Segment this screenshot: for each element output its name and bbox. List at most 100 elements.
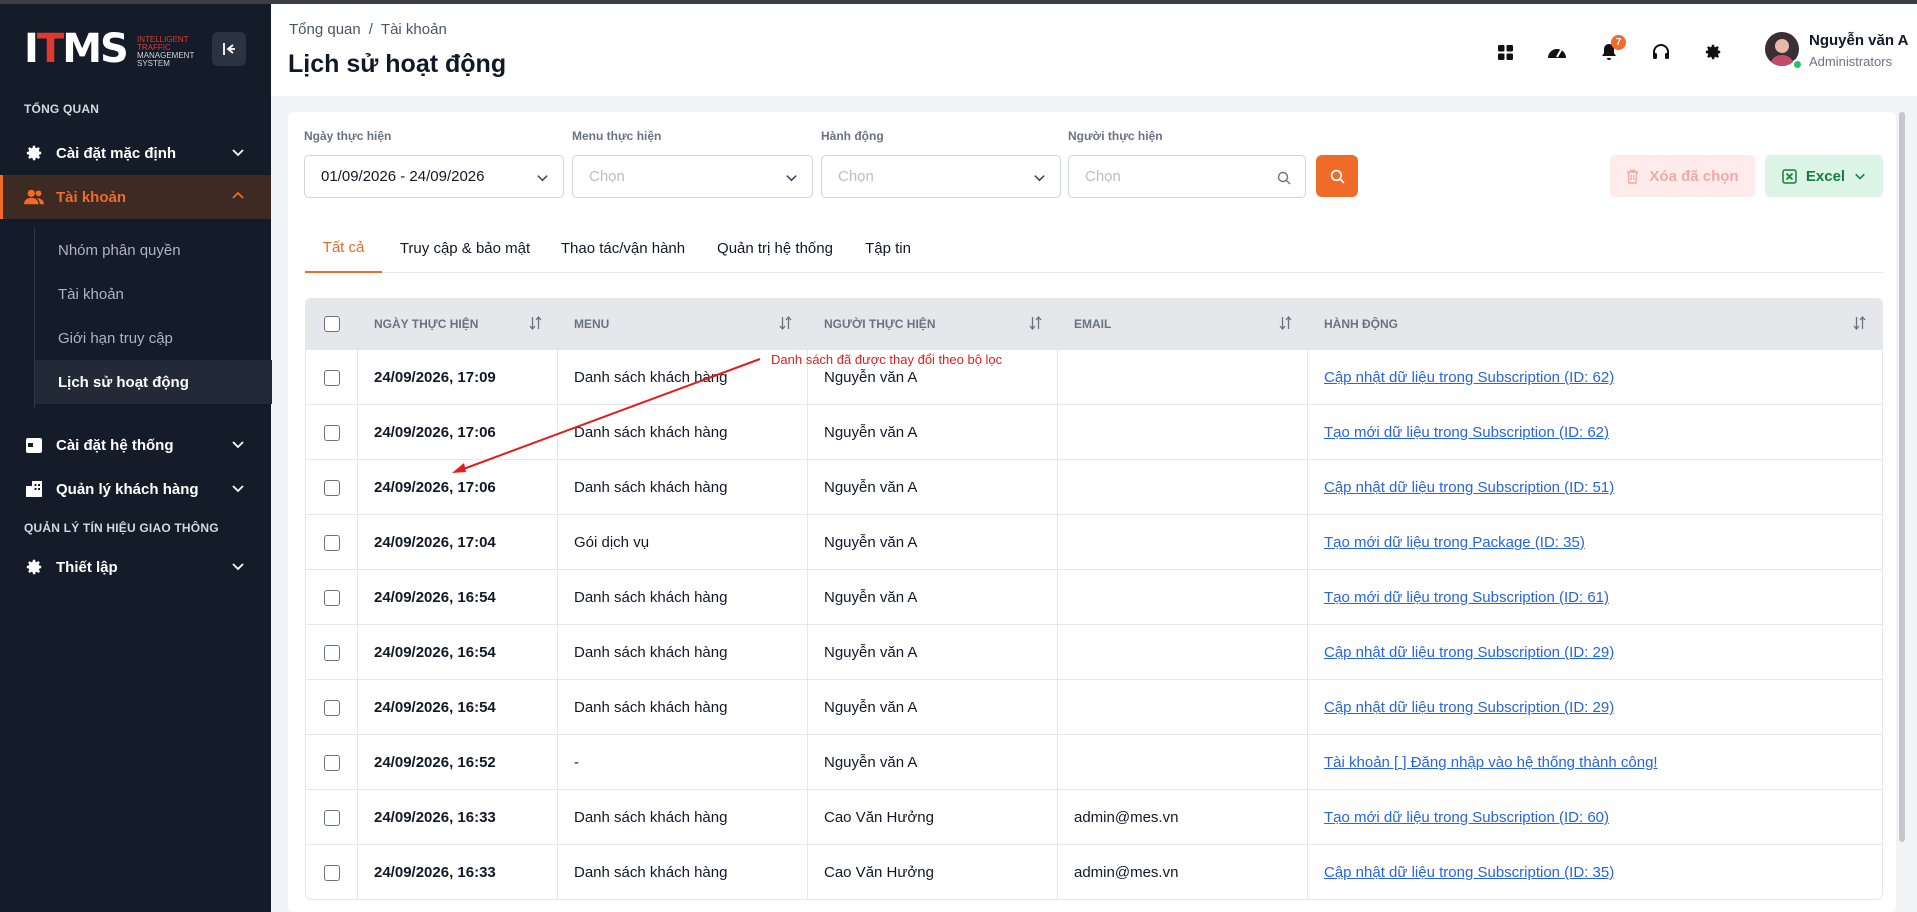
row-checkbox[interactable] [323,754,340,771]
cell-menu: Gói dịch vụ [558,515,808,570]
row-checkbox[interactable] [323,809,340,826]
chevron-down-icon [1034,175,1045,182]
collapse-sidebar-button[interactable] [212,32,246,66]
action-link[interactable]: Cập nhật dữ liệu trong Subscription (ID:… [1324,699,1614,716]
row-checkbox[interactable] [323,369,340,386]
row-checkbox[interactable] [323,479,340,496]
settings-button[interactable] [1698,37,1728,67]
cell-date: 24/09/2026, 16:54 [358,680,558,735]
cell-user: Nguyễn văn A [808,570,1058,625]
user-filter-input[interactable]: Chọn [1068,155,1306,198]
column-header-menu[interactable]: MENU [558,299,808,349]
apps-grid-button[interactable] [1490,37,1520,67]
chevron-down-icon [232,485,244,493]
action-link[interactable]: Cập nhật dữ liệu trong Subscription (ID:… [1324,864,1614,881]
cell-email [1058,460,1308,515]
select-all-checkbox[interactable] [324,316,340,332]
table-row[interactable]: 24/09/2026, 16:33 Danh sách khách hàng Cao… [306,789,1882,845]
sort-icon [529,316,542,330]
table-row[interactable]: 24/09/2026, 17:04 Gói dịch vụ Nguyễn văn A… [306,514,1882,570]
select-all-cell [306,299,358,349]
action-link[interactable]: Cập nhật dữ liệu trong Subscription (ID:… [1324,369,1614,386]
chevron-down-icon [786,175,797,182]
table-row[interactable]: 24/09/2026, 16:54 Danh sách khách hàng Ngu… [306,569,1882,625]
cell-email [1058,405,1308,460]
row-select-cell [306,790,358,845]
action-link[interactable]: Tạo mới dữ liệu trong Package (ID: 35) [1324,534,1585,551]
cell-email [1058,570,1308,625]
vertical-scrollbar[interactable] [1899,112,1905,842]
row-checkbox[interactable] [323,864,340,881]
user-filter-placeholder: Chọn [1085,168,1121,185]
sidebar-item-setup[interactable]: Thiết lập [0,545,271,589]
sort-icon [1279,316,1292,330]
table-row[interactable]: 24/09/2026, 16:33 Danh sách khách hàng Cao… [306,844,1882,899]
cell-date: 24/09/2026, 16:33 [358,790,558,845]
date-range-picker[interactable]: 01/09/2026 - 24/09/2026 [304,155,564,198]
table-row[interactable]: 24/09/2026, 16:54 Danh sách khách hàng Ngu… [306,679,1882,735]
cell-action: Cập nhật dữ liệu trong Subscription (ID:… [1308,350,1882,405]
action-link[interactable]: Cập nhật dữ liệu trong Subscription (ID:… [1324,644,1614,661]
menu-filter-label: Menu thực hiện [572,129,662,143]
row-checkbox[interactable] [323,644,340,661]
submenu-item-accounts[interactable]: Tài khoản [35,272,272,316]
tab-files[interactable]: Tập tin [853,224,923,273]
sidebar-item-accounts[interactable]: Tài khoản [0,175,271,219]
action-filter-select[interactable]: Chọn [821,155,1061,198]
submenu-item-access-limits[interactable]: Giới hạn truy cập [35,316,272,360]
row-checkbox[interactable] [323,534,340,551]
user-filter-label: Người thực hiện [1068,129,1163,143]
column-header-user[interactable]: NGƯỜI THỰC HIỆN [808,299,1058,349]
page-header: Tổng quan / Tài khoản Lịch sử hoạt động … [271,4,1917,96]
sidebar-section-traffic: QUẢN LÝ TÍN HIỆU GIAO THÔNG [24,521,219,535]
table-row[interactable]: 24/09/2026, 16:52- Nguyễn văn A Tài khoản … [306,734,1882,790]
row-select-cell [306,845,358,899]
cell-menu: Danh sách khách hàng [558,625,808,680]
sidebar-item-label: Thiết lập [56,558,118,576]
support-button[interactable] [1646,37,1676,67]
action-link[interactable]: Cập nhật dữ liệu trong Subscription (ID:… [1324,479,1614,496]
row-checkbox[interactable] [323,589,340,606]
row-checkbox[interactable] [323,424,340,441]
user-name[interactable]: Nguyễn văn A [1809,32,1908,49]
tab-all[interactable]: Tất cả [305,224,382,273]
submenu-item-activity-history[interactable]: Lịch sử hoạt động [35,360,272,404]
column-header-action[interactable]: HÀNH ĐỘNG [1308,299,1882,349]
sidebar-item-customer-management[interactable]: Quản lý khách hàng [0,467,271,511]
notifications-button[interactable]: 7 [1594,35,1626,67]
sidebar-item-default-settings[interactable]: Cài đặt mặc định [0,131,271,175]
column-header-email[interactable]: EMAIL [1058,299,1308,349]
tab-operations[interactable]: Thao tác/vận hành [548,224,698,273]
row-checkbox[interactable] [323,699,340,716]
chevron-down-icon [232,149,244,157]
chevron-down-icon [537,175,548,182]
export-excel-label: Excel [1805,167,1846,185]
annotation-arrow [452,358,761,473]
action-link[interactable]: Tạo mới dữ liệu trong Subscription (ID: … [1324,424,1609,441]
tab-access-security[interactable]: Truy cập & bảo mật [390,224,540,273]
action-link[interactable]: Tạo mới dữ liệu trong Subscription (ID: … [1324,589,1609,606]
tab-system-admin[interactable]: Quản trị hệ thống [705,224,845,273]
dashboard-button[interactable] [1542,37,1572,67]
delete-selected-button[interactable]: Xóa đã chọn [1610,155,1755,197]
breadcrumb-overview[interactable]: Tổng quan [289,21,361,38]
breadcrumb-accounts[interactable]: Tài khoản [381,21,447,38]
row-select-cell [306,625,358,680]
cell-email: admin@mes.vn [1058,845,1308,899]
cell-menu: Danh sách khách hàng [558,680,808,735]
cell-user: Nguyễn văn A [808,625,1058,680]
sidebar-item-system-settings[interactable]: Cài đặt hệ thống [0,423,271,467]
action-link[interactable]: Tạo mới dữ liệu trong Subscription (ID: … [1324,809,1609,826]
search-button[interactable] [1316,155,1358,197]
table-row[interactable]: 24/09/2026, 16:54 Danh sách khách hàng Ngu… [306,624,1882,680]
chevron-down-icon [1855,173,1865,180]
submenu-item-permission-groups[interactable]: Nhóm phân quyền [35,228,272,272]
export-excel-button[interactable]: Excel [1765,155,1883,197]
menu-filter-select[interactable]: Chọn [572,155,813,198]
gear-icon [1705,44,1721,60]
action-link[interactable]: Tài khoản [ ] Đăng nhập vào hệ thống thà… [1324,754,1658,771]
cell-menu: Danh sách khách hàng [558,845,808,899]
row-select-cell [306,350,358,405]
column-header-date[interactable]: NGÀY THỰC HIỆN [358,299,558,349]
chevron-down-icon [232,441,244,449]
